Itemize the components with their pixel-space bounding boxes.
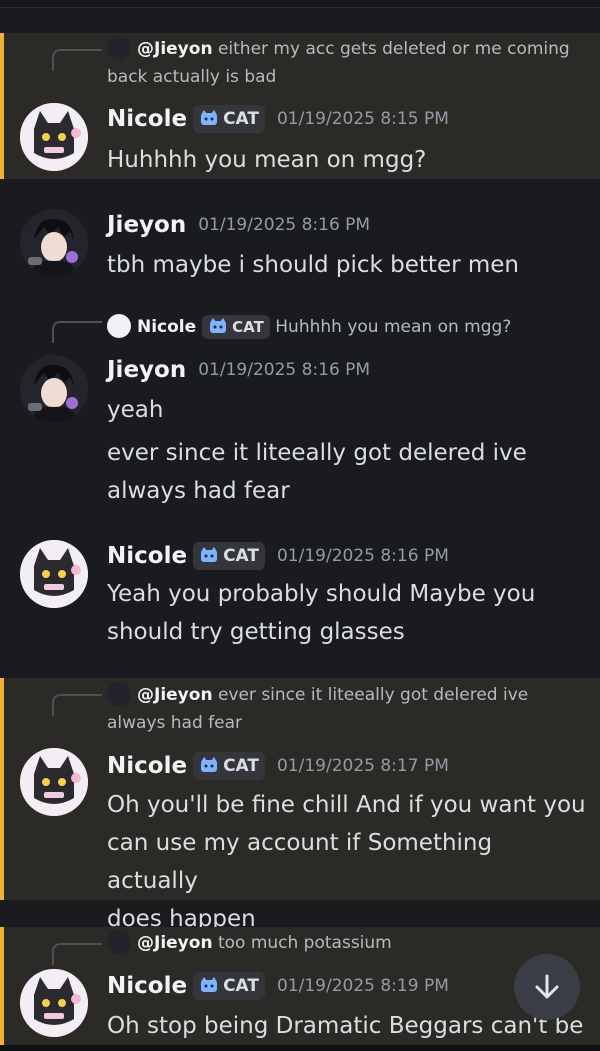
reply-preview[interactable]: @Jieyon ever since it liteeally got dele…	[107, 681, 528, 737]
cat-icon	[201, 110, 218, 125]
server-tag[interactable]: CAT	[193, 105, 265, 133]
timestamp: 01/19/2025 8:17 PM	[276, 756, 449, 776]
top-bar	[0, 0, 600, 8]
reply-text-cont: always had fear	[107, 713, 243, 733]
reply-spine	[52, 694, 102, 716]
message-5[interactable]: @Jieyon ever since it liteeally got dele…	[0, 678, 600, 932]
message-line: tbh maybe i should pick better men	[107, 252, 519, 278]
message-content: Huhhhh you mean on mgg?	[107, 141, 587, 179]
message-line: Oh you'll be fine chill And if you want …	[107, 792, 586, 818]
message-content: Oh you'll be fine chill And if you want …	[107, 786, 587, 938]
message-line: always had fear	[107, 478, 290, 504]
message-header: Nicole CAT 01/19/2025 8:19 PM	[107, 972, 449, 1004]
message-6[interactable]: @Jieyon too much potassium Nicole CAT 01/1…	[0, 927, 600, 1045]
tag-label: CAT	[223, 976, 259, 996]
tag-label: CAT	[223, 109, 259, 129]
reply-preview[interactable]: @Jieyon either my acc gets deleted or me…	[107, 35, 570, 91]
avatar[interactable]	[20, 355, 88, 423]
reply-text: too much potassium	[212, 933, 392, 953]
message-header: Nicole CAT 01/19/2025 8:16 PM	[107, 542, 449, 574]
reply-author: @Jieyon	[137, 39, 213, 59]
reply-author: @Jieyon	[137, 933, 213, 953]
message-header: Jieyon 01/19/2025 8:16 PM	[107, 357, 370, 389]
message-line: ever since it liteeally got delered ive	[107, 440, 527, 466]
reply-text: ever since it liteeally got delered ive	[212, 685, 529, 705]
message-header: Nicole CAT 01/19/2025 8:15 PM	[107, 105, 449, 137]
timestamp: 01/19/2025 8:16 PM	[276, 546, 449, 566]
message-content: yeah ever since it liteeally got delered…	[107, 391, 587, 510]
cat-icon	[201, 977, 218, 992]
tag-label: CAT	[223, 546, 259, 566]
avatar[interactable]	[20, 103, 88, 171]
cat-icon	[201, 547, 218, 562]
message-2[interactable]: Jieyon 01/19/2025 8:16 PM tbh maybe i sho…	[0, 195, 600, 295]
reply-preview[interactable]: @Jieyon too much potassium	[107, 929, 392, 957]
reply-tag: CAT	[202, 315, 270, 339]
author-name[interactable]: Jieyon	[107, 212, 186, 238]
reply-text: Huhhhh you mean on mgg?	[275, 317, 512, 337]
avatar[interactable]	[20, 969, 88, 1037]
author-name[interactable]: Nicole	[107, 753, 187, 779]
message-line: Oh stop being Dramatic Beggars can't be	[107, 1013, 584, 1039]
cat-icon	[210, 318, 227, 333]
message-header: Nicole CAT 01/19/2025 8:17 PM	[107, 752, 449, 784]
author-name[interactable]: Jieyon	[107, 357, 186, 383]
reply-tag-label: CAT	[232, 318, 264, 336]
avatar[interactable]	[20, 540, 88, 608]
author-name[interactable]: Nicole	[107, 106, 187, 132]
timestamp: 01/19/2025 8:15 PM	[276, 109, 449, 129]
reply-avatar	[107, 36, 131, 60]
server-tag[interactable]: CAT	[193, 972, 265, 1000]
cat-icon	[201, 757, 218, 772]
server-tag[interactable]: CAT	[193, 542, 265, 570]
reply-avatar	[107, 930, 131, 954]
bottom-bar	[0, 1045, 600, 1051]
message-4[interactable]: Nicole CAT 01/19/2025 8:16 PM Yeah you pro…	[0, 530, 600, 670]
timestamp: 01/19/2025 8:19 PM	[276, 976, 449, 996]
message-header: Jieyon 01/19/2025 8:16 PM	[107, 212, 370, 244]
tag-label: CAT	[223, 756, 259, 776]
message-1[interactable]: @Jieyon either my acc gets deleted or me…	[0, 33, 600, 179]
reply-author: Nicole	[137, 317, 197, 337]
reply-spine	[52, 49, 102, 71]
avatar[interactable]	[20, 209, 88, 277]
message-content: tbh maybe i should pick better men	[107, 246, 587, 284]
message-content: Yeah you probably should Maybe you shoul…	[107, 575, 587, 651]
message-line: should try getting glasses	[107, 619, 405, 645]
author-name[interactable]: Nicole	[107, 973, 187, 999]
timestamp: 01/19/2025 8:16 PM	[198, 360, 371, 380]
message-3[interactable]: Nicole CAT Huhhhh you mean on mgg? Jieyon…	[0, 305, 600, 520]
reply-preview[interactable]: Nicole CAT Huhhhh you mean on mgg?	[107, 313, 511, 341]
message-content: Oh stop being Dramatic Beggars can't be	[107, 1007, 587, 1045]
message-line: Yeah you probably should Maybe you	[107, 581, 536, 607]
reply-avatar	[107, 314, 131, 338]
reply-avatar	[107, 682, 131, 706]
author-name[interactable]: Nicole	[107, 543, 187, 569]
avatar[interactable]	[20, 748, 88, 816]
timestamp: 01/19/2025 8:16 PM	[198, 215, 371, 235]
message-line: Huhhhh you mean on mgg?	[107, 147, 427, 173]
reply-text-cont: back actually is bad	[107, 67, 277, 87]
reply-spine	[52, 321, 102, 343]
arrow-down-icon	[535, 974, 559, 999]
message-line: can use my account if Something actually	[107, 830, 493, 894]
jump-to-bottom-button[interactable]	[514, 954, 580, 1020]
reply-spine	[52, 943, 102, 965]
reply-text: either my acc gets deleted or me coming	[212, 39, 570, 59]
message-line: yeah	[107, 397, 164, 423]
server-tag[interactable]: CAT	[193, 752, 265, 780]
reply-author: @Jieyon	[137, 685, 213, 705]
